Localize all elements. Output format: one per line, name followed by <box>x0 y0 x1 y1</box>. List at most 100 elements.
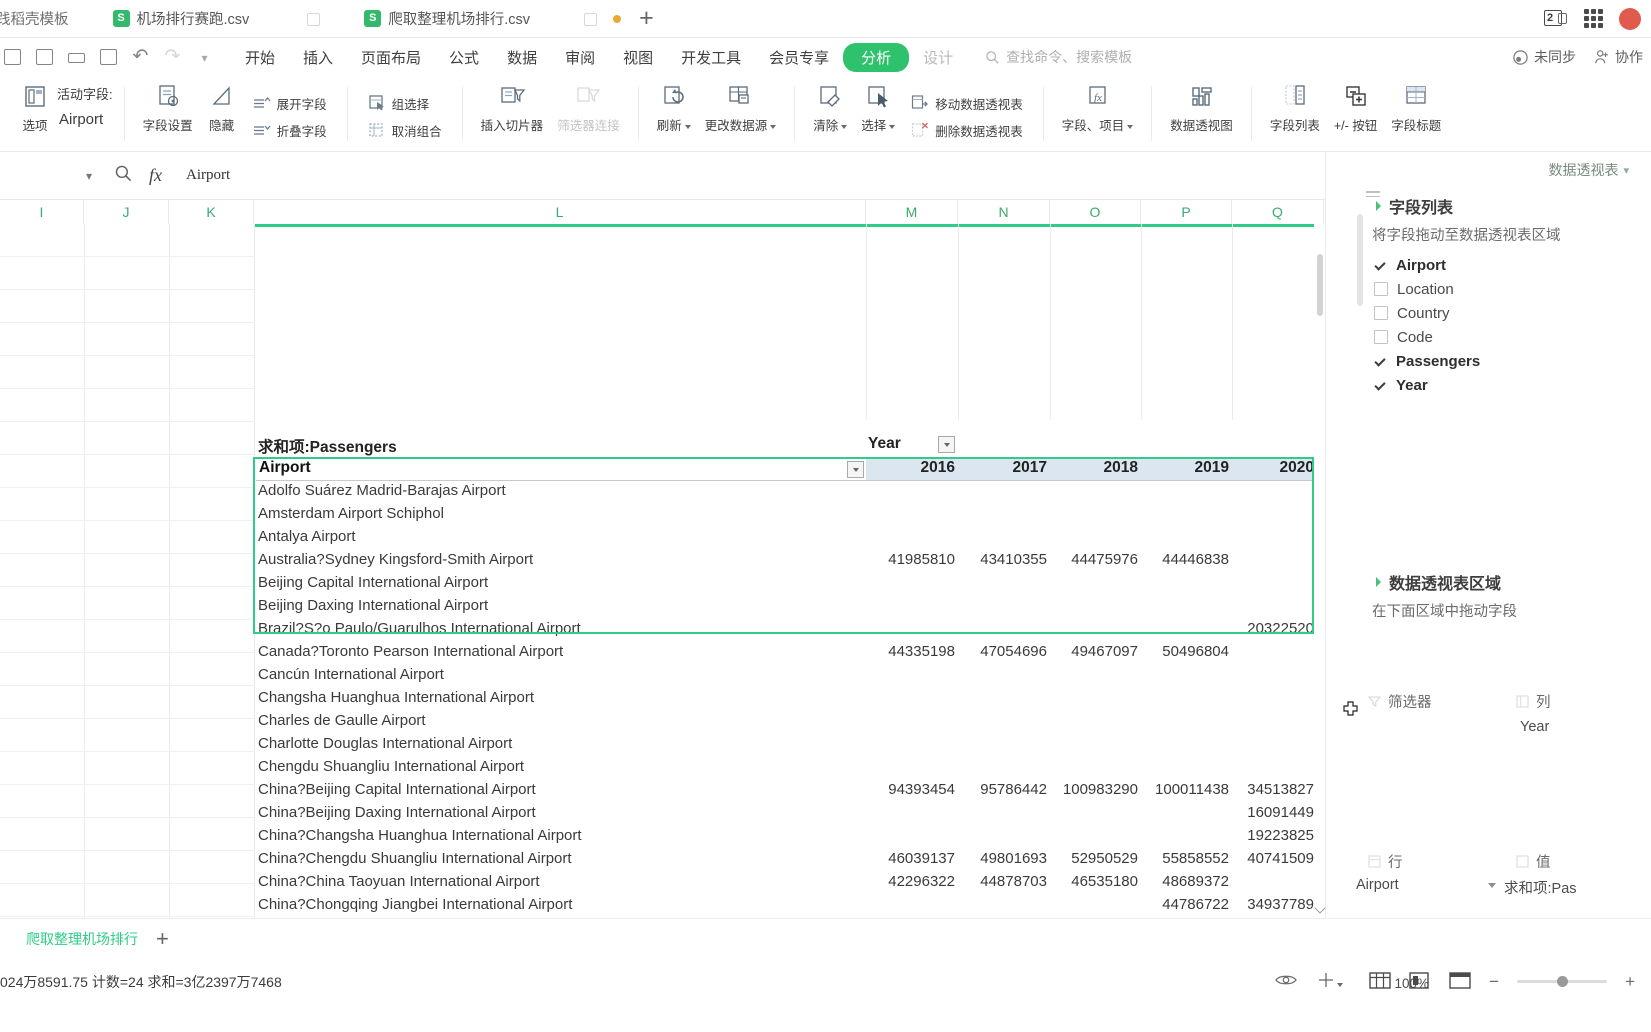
checkbox-checked-icon[interactable] <box>1374 259 1387 272</box>
pivot-cell-value[interactable]: 48689372 <box>1141 873 1229 890</box>
document-tab-template[interactable]: 践稻壳模板 <box>0 0 79 38</box>
pivot-cell-value[interactable]: 44475976 <box>1050 551 1138 568</box>
menu-tab-view[interactable]: 视图 <box>609 42 667 73</box>
pivot-row-airport[interactable]: Canada?Toronto Pearson International Air… <box>258 643 563 660</box>
field-headers-button[interactable]: 字段标题 <box>1384 76 1448 151</box>
columns-field-chip-year[interactable]: Year <box>1520 719 1549 735</box>
redo-icon[interactable]: ↷ <box>162 46 183 68</box>
pivot-cell-value[interactable]: 16091449 <box>1232 804 1314 821</box>
move-pivot-button[interactable]: 移动数据透视表 <box>906 91 1028 116</box>
panel-collapse-handle[interactable] <box>1366 188 1382 202</box>
menu-tab-start[interactable]: 开始 <box>231 42 289 73</box>
menu-tab-analyze[interactable]: 分析 <box>843 42 910 72</box>
column-header-K[interactable]: K <box>169 200 254 224</box>
apps-grid-icon[interactable] <box>1584 9 1603 28</box>
group-selection-button[interactable]: 组选择 <box>363 91 447 116</box>
airport-filter-dropdown[interactable] <box>847 461 864 478</box>
sheet-tab-active[interactable]: 爬取整理机场排行 <box>26 929 138 949</box>
pivot-row-airport[interactable]: Beijing Capital International Airport <box>258 574 488 591</box>
pivot-cell-value[interactable]: 42296322 <box>866 873 955 890</box>
eye-icon[interactable] <box>1275 972 1297 990</box>
field-item-year[interactable]: Year <box>1374 373 1651 397</box>
insert-slicer-button[interactable]: 插入切片器 <box>474 76 551 151</box>
window-count-icon[interactable]: 2 <box>1544 8 1568 30</box>
document-tab-1[interactable]: S 机场排行赛跑.csv <box>105 0 260 38</box>
pivot-row-airport[interactable]: Beijing Daxing International Airport <box>258 597 488 614</box>
column-header-M[interactable]: M <box>866 200 958 224</box>
panel-header[interactable]: 数据透视表 ▾ <box>1326 152 1651 188</box>
pivot-row-airport[interactable]: China?Chengdu Shuangliu International Ai… <box>258 850 572 867</box>
field-item-passengers[interactable]: Passengers <box>1374 349 1651 373</box>
pivot-chart-button[interactable]: 数据透视图 <box>1163 76 1240 151</box>
field-settings-button[interactable]: 字段设置 <box>136 76 200 151</box>
field-item-airport[interactable]: Airport <box>1374 253 1651 277</box>
add-sheet-button[interactable]: + <box>156 927 169 950</box>
pivot-cell-value[interactable]: 46039137 <box>866 850 955 867</box>
checkbox-checked-icon[interactable] <box>1374 355 1387 368</box>
save-as-icon[interactable] <box>34 47 55 68</box>
pivot-row-airport[interactable]: Amsterdam Airport Schiphol <box>258 505 444 522</box>
customize-toolbar-icon[interactable]: ▾ <box>194 47 215 68</box>
column-header-N[interactable]: N <box>958 200 1050 224</box>
field-item-location[interactable]: Location <box>1374 277 1651 301</box>
pivot-cell-value[interactable]: 34937789 <box>1232 896 1314 913</box>
menu-tab-member[interactable]: 会员专享 <box>755 42 843 73</box>
avatar[interactable] <box>1619 7 1641 30</box>
column-header-O[interactable]: O <box>1050 200 1141 224</box>
chevron-down-icon[interactable] <box>1488 882 1496 888</box>
menu-tab-data[interactable]: 数据 <box>493 42 551 73</box>
column-header-L[interactable]: L <box>254 200 866 224</box>
normal-view-icon[interactable] <box>1369 972 1391 990</box>
pivot-cell-value[interactable]: 52950529 <box>1050 850 1138 867</box>
menu-tab-developer[interactable]: 开发工具 <box>667 42 755 73</box>
pivot-row-airport[interactable]: China?Beijing Daxing International Airpo… <box>258 804 536 821</box>
pivot-row-airport[interactable]: Chengdu Shuangliu International Airport <box>258 758 524 775</box>
scroll-down-arrow-icon[interactable] <box>1314 902 1325 914</box>
zoom-slider-knob[interactable] <box>1557 975 1569 987</box>
clear-button[interactable]: 清除 <box>806 76 854 151</box>
pivot-cell-value[interactable]: 19223825 <box>1232 827 1314 844</box>
scrollbar-thumb[interactable] <box>1317 254 1323 316</box>
pivot-cell-value[interactable]: 50496804 <box>1141 643 1229 660</box>
save-icon[interactable] <box>2 47 23 68</box>
triangle-expand-icon[interactable] <box>1376 201 1381 211</box>
chevron-down-icon[interactable]: ▾ <box>1623 164 1629 177</box>
collapse-field-button[interactable]: 折叠字段 <box>248 118 332 143</box>
panel-scrollbar[interactable] <box>1357 214 1363 306</box>
pivot-row-airport[interactable]: Antalya Airport <box>258 528 356 545</box>
menu-tab-formula[interactable]: 公式 <box>435 42 493 73</box>
zoom-in-button[interactable]: + <box>1625 973 1635 990</box>
pivot-cell-value[interactable]: 100011438 <box>1137 781 1229 798</box>
field-item-country[interactable]: Country <box>1374 301 1651 325</box>
menu-tab-page-layout[interactable]: 页面布局 <box>347 42 435 73</box>
pivot-cell-value[interactable]: 47054696 <box>958 643 1047 660</box>
pivot-cell-value[interactable]: 41985810 <box>866 551 955 568</box>
field-list-button[interactable]: 字段列表 <box>1263 76 1327 151</box>
pivot-cell-value[interactable]: 44786722 <box>1141 896 1229 913</box>
pivot-cell-value[interactable]: 40741509 <box>1232 850 1314 867</box>
ungroup-button[interactable]: 取消组合 <box>363 118 447 143</box>
fields-items-button[interactable]: fx 字段、项目 <box>1055 76 1141 151</box>
pivot-row-airport[interactable]: China?Changsha Huanghua International Ai… <box>258 827 582 844</box>
pivot-row-airport[interactable]: Changsha Huanghua International Airport <box>258 689 534 706</box>
refresh-button[interactable]: 刷新 <box>650 76 698 151</box>
undo-icon[interactable]: ↶ <box>130 46 151 68</box>
center-align-icon[interactable] <box>1315 972 1344 990</box>
print-icon[interactable] <box>66 47 87 68</box>
pivot-row-airport[interactable]: Australia?Sydney Kingsford-Smith Airport <box>258 551 533 568</box>
pivot-cell-value[interactable]: 55858552 <box>1141 850 1229 867</box>
name-box[interactable]: ▾ <box>0 163 100 189</box>
pivot-row-airport[interactable]: Adolfo Suárez Madrid-Barajas Airport <box>258 482 506 499</box>
select-button[interactable]: 选择 <box>854 76 902 151</box>
hide-field-button[interactable]: 隐藏 <box>200 76 244 151</box>
pivot-options-button[interactable]: 选项 <box>13 76 57 151</box>
areas-section-header[interactable]: 数据透视表区域 <box>1326 564 1651 596</box>
print-preview-icon[interactable] <box>98 47 119 68</box>
year-filter-dropdown[interactable] <box>938 436 955 453</box>
grid-vertical-scrollbar[interactable] <box>1314 224 1325 918</box>
pivot-row-airport[interactable]: China?Chongqing Jiangbei International A… <box>258 896 572 913</box>
zoom-slider[interactable] <box>1517 975 1608 987</box>
command-search[interactable]: 查找命令、搜索模板 <box>985 47 1132 67</box>
checkbox-unchecked-icon[interactable] <box>1374 282 1388 296</box>
zoom-out-button[interactable]: − <box>1489 973 1499 990</box>
